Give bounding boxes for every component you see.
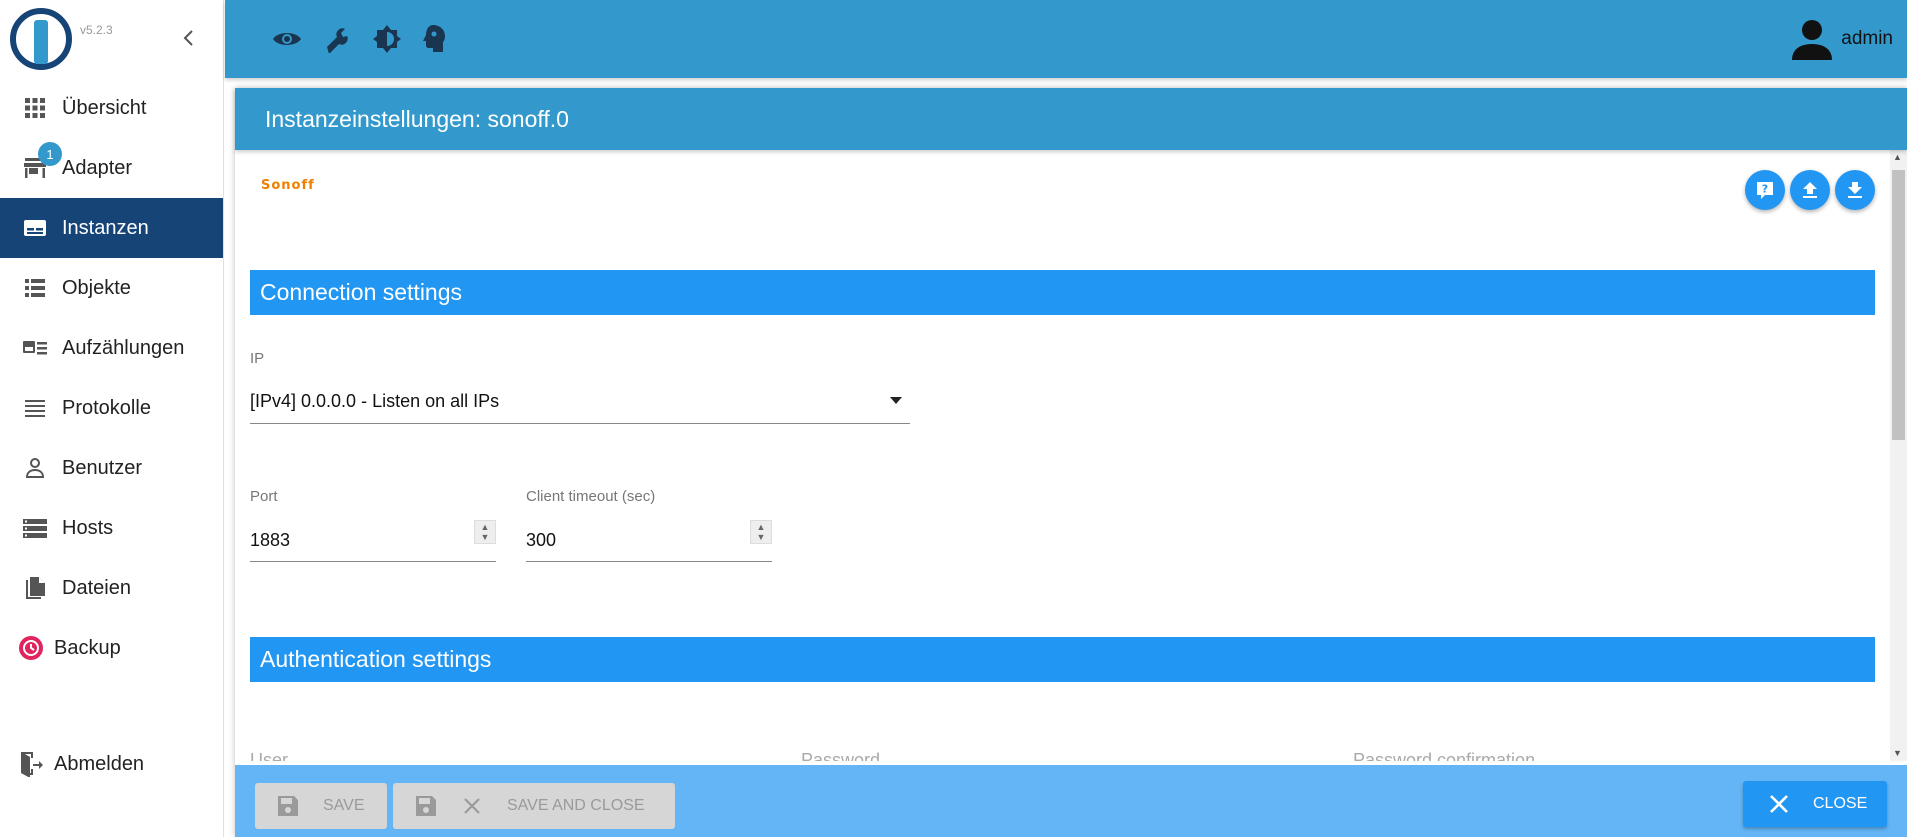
port-stepper[interactable]: ▲ ▼: [474, 520, 496, 544]
adapter-update-badge: 1: [38, 142, 62, 166]
scroll-down-icon[interactable]: ▼: [1893, 748, 1902, 758]
sidebar-item-label: Instanzen: [62, 216, 149, 239]
instances-icon: [22, 216, 48, 240]
sidebar-item-dateien[interactable]: Dateien: [0, 558, 223, 618]
sonoff-logo: Sonoff: [261, 178, 315, 193]
dialog-body: Sonoff ? Connection settings IP [IPv4] 0…: [235, 150, 1907, 761]
sidebar-item-instanzen[interactable]: Instanzen: [0, 198, 223, 258]
sidebar-item-label: Benutzer: [62, 456, 143, 479]
section-authentication-settings: Authentication settings: [250, 637, 1875, 682]
instance-settings-dialog: Instanzeinstellungen: sonoff.0 Sonoff ? …: [235, 88, 1907, 837]
save-icon: [416, 796, 436, 816]
sidebar-header: v5.2.3: [0, 0, 223, 78]
sidebar-item-label: Protokolle: [62, 396, 151, 419]
expert-mode-button[interactable]: [417, 22, 451, 56]
user-label: User: [250, 750, 289, 761]
sidebar-item-label: Backup: [54, 636, 121, 659]
version-label: v5.2.3: [80, 23, 113, 37]
sidebar-item-label: Dateien: [62, 576, 131, 599]
port-label: Port: [250, 488, 278, 505]
sidebar-item-label: Abmelden: [54, 752, 145, 775]
sidebar-item-adapter[interactable]: 1 Adapter: [0, 138, 223, 198]
expert-mode-icon: [423, 25, 445, 52]
help-button[interactable]: ?: [1745, 170, 1785, 210]
sidebar-item-protokolle[interactable]: Protokolle: [0, 378, 223, 438]
grid-icon: [22, 96, 48, 120]
dialog-title: Instanzeinstellungen: sonoff.0: [235, 88, 1907, 150]
user-menu[interactable]: admin: [1791, 18, 1893, 60]
client-timeout-value: 300: [526, 530, 557, 550]
client-timeout-label: Client timeout (sec): [526, 488, 656, 505]
save-and-close-label: SAVE AND CLOSE: [507, 797, 645, 814]
collapse-sidebar-button[interactable]: [176, 26, 200, 50]
save-button[interactable]: SAVE: [255, 783, 387, 829]
port-value: 1883: [250, 530, 291, 550]
sidebar-item-benutzer[interactable]: Benutzer: [0, 438, 223, 498]
save-label: SAVE: [323, 797, 365, 814]
port-input[interactable]: 1883 ▲ ▼: [250, 520, 496, 562]
user-name: admin: [1841, 28, 1893, 49]
sidebar-item-label: Aufzählungen: [62, 336, 185, 359]
sidebar-item-label: Hosts: [62, 516, 114, 539]
help-icon: ?: [1757, 182, 1773, 199]
dialog-footer: SAVE SAVE AND CLOSE CLOSE: [235, 765, 1907, 837]
eye-icon: [273, 33, 301, 45]
top-bar: admin: [225, 0, 1907, 78]
sidebar-item-uebersicht[interactable]: Übersicht: [0, 78, 223, 138]
sidebar: v5.2.3 Übersicht 1 Adapter Instanzen Obj…: [0, 0, 224, 837]
sidebar-item-label: Übersicht: [62, 96, 147, 119]
password-label: Password: [801, 750, 881, 761]
hosts-icon: [22, 516, 48, 540]
download-icon: [1848, 182, 1862, 198]
dropdown-arrow-icon: [890, 397, 902, 404]
backup-icon: [18, 636, 44, 660]
sidebar-item-objekte[interactable]: Objekte: [0, 258, 223, 318]
section-connection-settings: Connection settings: [250, 270, 1875, 315]
close-icon: [1770, 795, 1788, 813]
scroll-up-icon[interactable]: ▲: [1893, 152, 1902, 162]
account-icon: [1792, 20, 1833, 60]
download-settings-button[interactable]: [1835, 170, 1875, 210]
iobroker-logo[interactable]: [10, 8, 72, 70]
logs-icon: [22, 396, 48, 420]
scrollbar-thumb[interactable]: [1892, 170, 1905, 440]
enum-icon: [22, 336, 48, 360]
close-label: CLOSE: [1813, 795, 1868, 812]
list-icon: [22, 276, 48, 300]
theme-button[interactable]: [370, 22, 404, 56]
theme-icon: [373, 25, 401, 53]
sidebar-item-hosts[interactable]: Hosts: [0, 498, 223, 558]
password-confirmation-label: Password confirmation: [1353, 750, 1536, 761]
close-icon: [464, 798, 480, 814]
sidebar-item-abmelden[interactable]: Abmelden: [0, 734, 224, 794]
client-timeout-stepper[interactable]: ▲ ▼: [750, 520, 772, 544]
eye-button[interactable]: [270, 22, 304, 56]
user-icon: [22, 456, 48, 480]
logout-icon: [18, 752, 44, 777]
sidebar-item-backup[interactable]: Backup: [0, 618, 223, 678]
wrench-button[interactable]: [320, 22, 354, 56]
sidebar-item-label: Objekte: [62, 276, 131, 299]
upload-icon: [1803, 182, 1817, 198]
chevron-left-icon: [183, 30, 193, 46]
client-timeout-input[interactable]: 300 ▲ ▼: [526, 520, 772, 562]
sidebar-item-label: Adapter: [62, 156, 133, 179]
vertical-scrollbar[interactable]: ▲ ▼: [1890, 150, 1907, 761]
ip-label: IP: [250, 350, 265, 367]
wrench-icon: [327, 28, 348, 53]
ip-select[interactable]: [IPv4] 0.0.0.0 - Listen on all IPs: [250, 380, 910, 424]
save-icon: [278, 796, 298, 816]
sidebar-item-aufzaehlungen[interactable]: Aufzählungen: [0, 318, 223, 378]
upload-settings-button[interactable]: [1790, 170, 1830, 210]
svg-text:?: ?: [1762, 183, 1768, 196]
save-and-close-button[interactable]: SAVE AND CLOSE: [393, 783, 675, 829]
ip-select-value: [IPv4] 0.0.0.0 - Listen on all IPs: [250, 391, 500, 411]
close-button[interactable]: CLOSE: [1743, 781, 1887, 827]
files-icon: [22, 576, 48, 600]
